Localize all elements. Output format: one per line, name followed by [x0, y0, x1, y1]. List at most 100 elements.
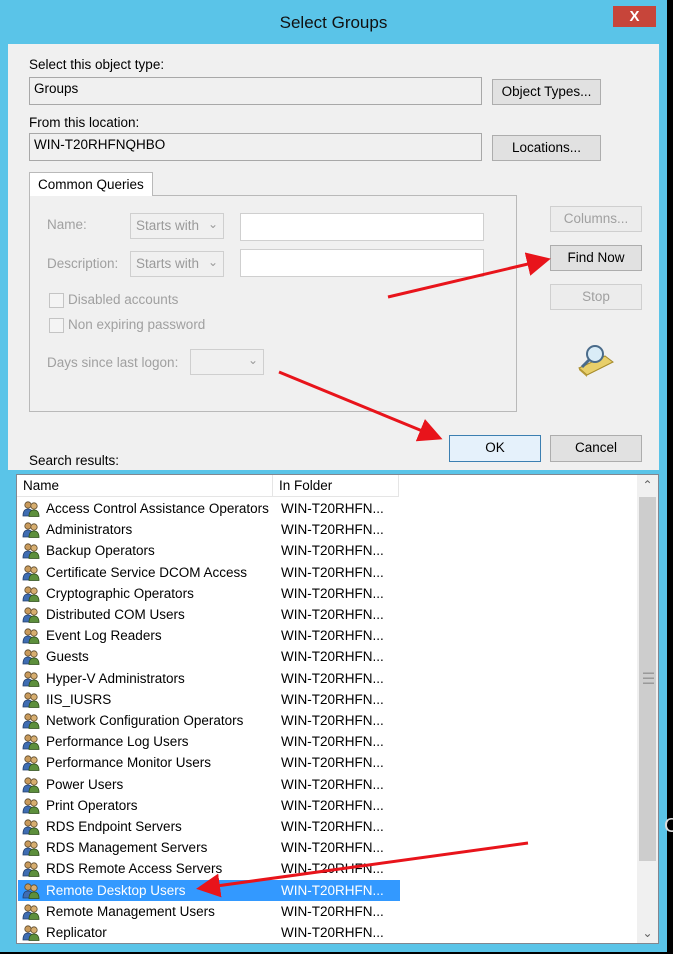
- description-mode-select[interactable]: Starts with ⌄: [130, 251, 224, 277]
- group-icon: [22, 586, 40, 602]
- row-folder: WIN-T20RHFN...: [281, 670, 384, 686]
- location-field: WIN-T20RHFNQHBO: [29, 133, 482, 161]
- group-icon: [22, 819, 40, 835]
- table-row[interactable]: Backup Operators WIN-T20RHFN...: [18, 540, 400, 561]
- row-name: Backup Operators: [46, 543, 155, 559]
- description-mode-value: Starts with: [136, 256, 200, 271]
- name-input[interactable]: [240, 213, 484, 241]
- search-results-list[interactable]: Name In Folder Access Control Assistance…: [16, 474, 659, 944]
- group-icon: [22, 798, 40, 814]
- row-folder: WIN-T20RHFN...: [281, 522, 384, 538]
- non-expiring-password-checkbox[interactable]: [49, 318, 64, 333]
- days-since-logon-label: Days since last logon:: [47, 355, 179, 370]
- scroll-up-icon[interactable]: ⌃: [637, 475, 658, 495]
- table-row[interactable]: RDS Endpoint Servers WIN-T20RHFN...: [18, 816, 400, 837]
- row-folder: WIN-T20RHFN...: [281, 819, 384, 834]
- dialog-body: Select this object type: Groups Object T…: [8, 44, 659, 470]
- table-row[interactable]: Distributed COM Users WIN-T20RHFN...: [18, 604, 400, 625]
- row-name: Event Log Readers: [46, 628, 162, 644]
- ok-button[interactable]: OK: [449, 435, 541, 462]
- row-folder: WIN-T20RHFN...: [281, 882, 384, 898]
- row-folder: WIN-T20RHFN...: [281, 691, 384, 707]
- columns-button[interactable]: Columns...: [550, 206, 642, 232]
- object-type-label: Select this object type:: [29, 57, 165, 72]
- row-folder: WIN-T20RHFN...: [281, 734, 384, 750]
- row-name: Performance Monitor Users: [46, 755, 212, 771]
- row-folder: WIN-T20RHFN...: [281, 564, 384, 580]
- name-label: Name:: [47, 217, 87, 232]
- close-button[interactable]: X: [613, 6, 656, 27]
- column-header-name[interactable]: Name: [17, 475, 273, 497]
- find-now-button[interactable]: Find Now: [550, 245, 642, 271]
- table-row[interactable]: Event Log Readers WIN-T20RHFN...: [18, 625, 400, 646]
- group-icon: [22, 925, 40, 941]
- group-icon: [22, 564, 40, 581]
- table-row[interactable]: Replicator WIN-T20RHFN...: [18, 922, 400, 943]
- days-since-logon-select[interactable]: ⌄: [190, 349, 264, 375]
- vertical-scrollbar[interactable]: ⌃ — — — ⌄: [637, 475, 658, 943]
- background-edge: [667, 0, 673, 954]
- row-folder: WIN-T20RHFN...: [281, 861, 384, 877]
- stop-button[interactable]: Stop: [550, 284, 642, 310]
- chevron-down-icon: ⌄: [207, 217, 218, 231]
- group-icon: [22, 882, 40, 899]
- table-row[interactable]: Administrators WIN-T20RHFN...: [18, 519, 400, 540]
- row-name: IIS_IUSRS: [46, 691, 112, 707]
- table-row[interactable]: RDS Management Servers WIN-T20RHFN...: [18, 837, 400, 858]
- table-row[interactable]: RDS Remote Access Servers WIN-T20RHFN...: [18, 858, 400, 879]
- name-mode-value: Starts with: [136, 218, 200, 233]
- row-name: Remote Management Users: [46, 903, 215, 919]
- row-name: Replicator: [46, 925, 107, 940]
- scrollbar-thumb[interactable]: — — —: [639, 497, 656, 861]
- table-row[interactable]: Certificate Service DCOM Access WIN-T20RH…: [18, 562, 400, 583]
- description-input[interactable]: [240, 249, 484, 277]
- group-icon: [22, 755, 40, 772]
- name-mode-select[interactable]: Starts with ⌄: [130, 213, 224, 239]
- table-row[interactable]: IIS_IUSRS WIN-T20RHFN...: [18, 689, 400, 710]
- group-icon: [22, 543, 40, 560]
- table-row[interactable]: Network Configuration Operators WIN-T20RH…: [18, 710, 400, 731]
- object-types-button[interactable]: Object Types...: [492, 79, 601, 105]
- select-groups-dialog: Select Groups X Select this object type:…: [0, 0, 667, 952]
- group-icon: [22, 776, 40, 793]
- row-folder: WIN-T20RHFN...: [281, 501, 384, 516]
- row-name: RDS Endpoint Servers: [46, 819, 182, 834]
- tab-common-queries[interactable]: Common Queries: [29, 172, 153, 196]
- group-icon: [22, 734, 40, 751]
- row-folder: WIN-T20RHFN...: [281, 585, 384, 601]
- row-name: Guests: [46, 649, 89, 665]
- background-text-fragment: C: [664, 815, 673, 837]
- table-row[interactable]: Cryptographic Operators WIN-T20RHFN...: [18, 583, 400, 604]
- row-name: Certificate Service DCOM Access: [46, 564, 248, 580]
- group-icon: [22, 649, 40, 666]
- object-type-field: Groups: [29, 77, 482, 105]
- title-bar[interactable]: Select Groups X: [0, 0, 667, 44]
- group-icon: [22, 713, 40, 729]
- table-row[interactable]: Guests WIN-T20RHFN...: [18, 646, 400, 667]
- table-row[interactable]: Performance Log Users WIN-T20RHFN...: [18, 731, 400, 752]
- locations-button[interactable]: Locations...: [492, 135, 601, 161]
- group-icon: [22, 670, 40, 687]
- table-row[interactable]: Power Users WIN-T20RHFN...: [18, 774, 400, 795]
- table-row[interactable]: Remote Management Users WIN-T20RHFN...: [18, 901, 400, 922]
- row-folder: WIN-T20RHFN...: [281, 925, 384, 940]
- chevron-down-icon: ⌄: [207, 255, 218, 269]
- scroll-down-icon[interactable]: ⌄: [637, 923, 658, 943]
- table-row[interactable]: Access Control Assistance Operators WIN-T…: [18, 498, 400, 519]
- table-row[interactable]: Performance Monitor Users WIN-T20RHFN...: [18, 752, 400, 773]
- row-name: Remote Desktop Users: [46, 882, 186, 898]
- table-row[interactable]: Hyper-V Administrators WIN-T20RHFN...: [18, 668, 400, 689]
- cancel-button[interactable]: Cancel: [550, 435, 642, 462]
- row-name: Administrators: [46, 522, 133, 538]
- table-row[interactable]: Print Operators WIN-T20RHFN...: [18, 795, 400, 816]
- disabled-accounts-checkbox[interactable]: [49, 293, 64, 308]
- dialog-title: Select Groups: [279, 13, 388, 32]
- chevron-down-icon: ⌄: [247, 353, 258, 367]
- column-header-in-folder[interactable]: In Folder: [273, 475, 399, 497]
- group-icon: [22, 840, 40, 857]
- row-name: Network Configuration Operators: [46, 713, 244, 728]
- table-row[interactable]: Remote Desktop Users WIN-T20RHFN...: [18, 879, 400, 901]
- row-name: Cryptographic Operators: [46, 585, 194, 601]
- group-icon: [22, 692, 40, 708]
- row-name: Power Users: [46, 776, 124, 792]
